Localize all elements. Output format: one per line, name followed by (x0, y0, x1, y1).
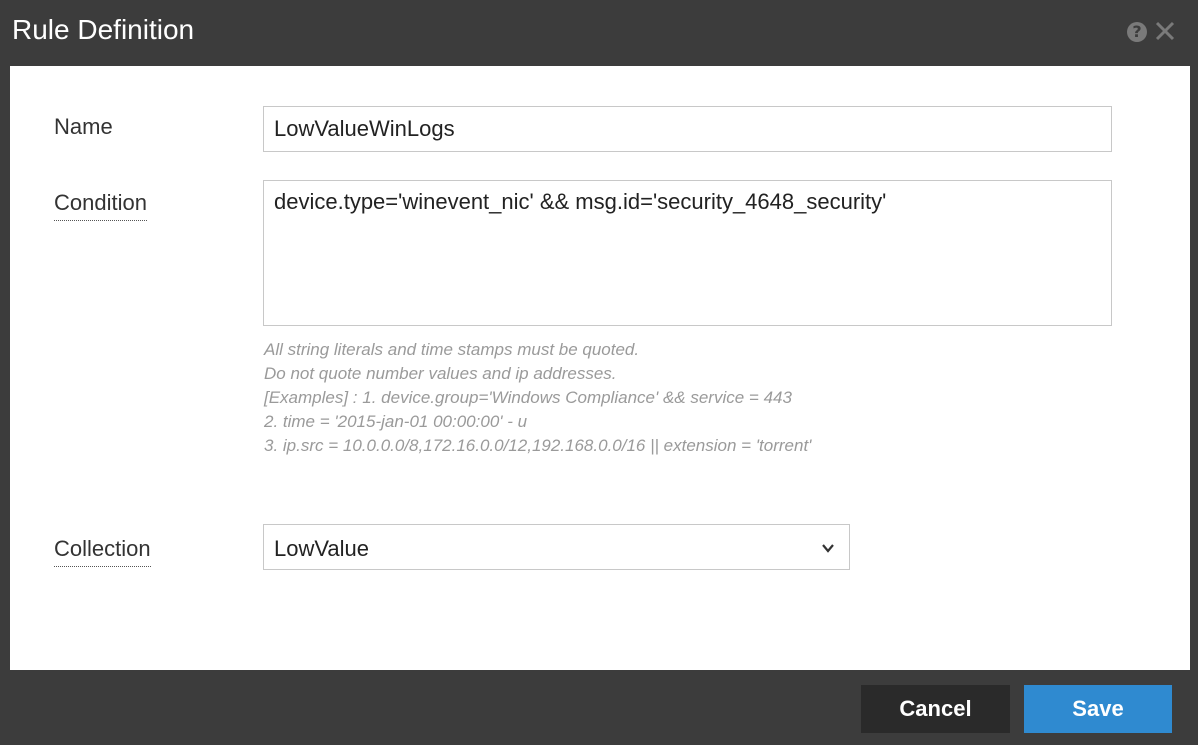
hint-line: Do not quote number values and ip addres… (264, 364, 617, 383)
chevron-down-icon (822, 544, 834, 553)
help-icon[interactable]: ? (1127, 22, 1147, 42)
dialog-titlebar: Rule Definition ? (0, 0, 1198, 66)
cancel-button[interactable]: Cancel (861, 685, 1010, 733)
dialog-title: Rule Definition (12, 14, 195, 45)
save-button[interactable]: Save (1024, 685, 1172, 733)
dialog-footer (0, 670, 1198, 745)
rule-definition-dialog: Rule Definition ? Name Condition device.… (0, 0, 1198, 745)
hint-line: [Examples] : 1. device.group='Windows Co… (264, 388, 792, 407)
hint-line: All string literals and time stamps must… (264, 340, 640, 359)
name-label: Name (54, 114, 113, 139)
name-input[interactable] (263, 106, 1112, 152)
collection-selected-value: LowValue (274, 536, 369, 561)
collection-label[interactable]: Collection (54, 536, 151, 567)
condition-hint: All string literals and time stamps must… (264, 338, 811, 458)
collection-select[interactable]: LowValue (263, 524, 850, 570)
condition-label[interactable]: Condition (54, 190, 147, 221)
dialog-body: Name Condition device.type='winevent_nic… (10, 66, 1190, 670)
close-icon[interactable] (1150, 16, 1180, 46)
hint-line: 3. ip.src = 10.0.0.0/8,172.16.0.0/12,192… (264, 436, 812, 455)
hint-line: 2. time = '2015-jan-01 00:00:00' - u (264, 412, 528, 431)
condition-textarea[interactable]: device.type='winevent_nic' && msg.id='se… (263, 180, 1112, 326)
